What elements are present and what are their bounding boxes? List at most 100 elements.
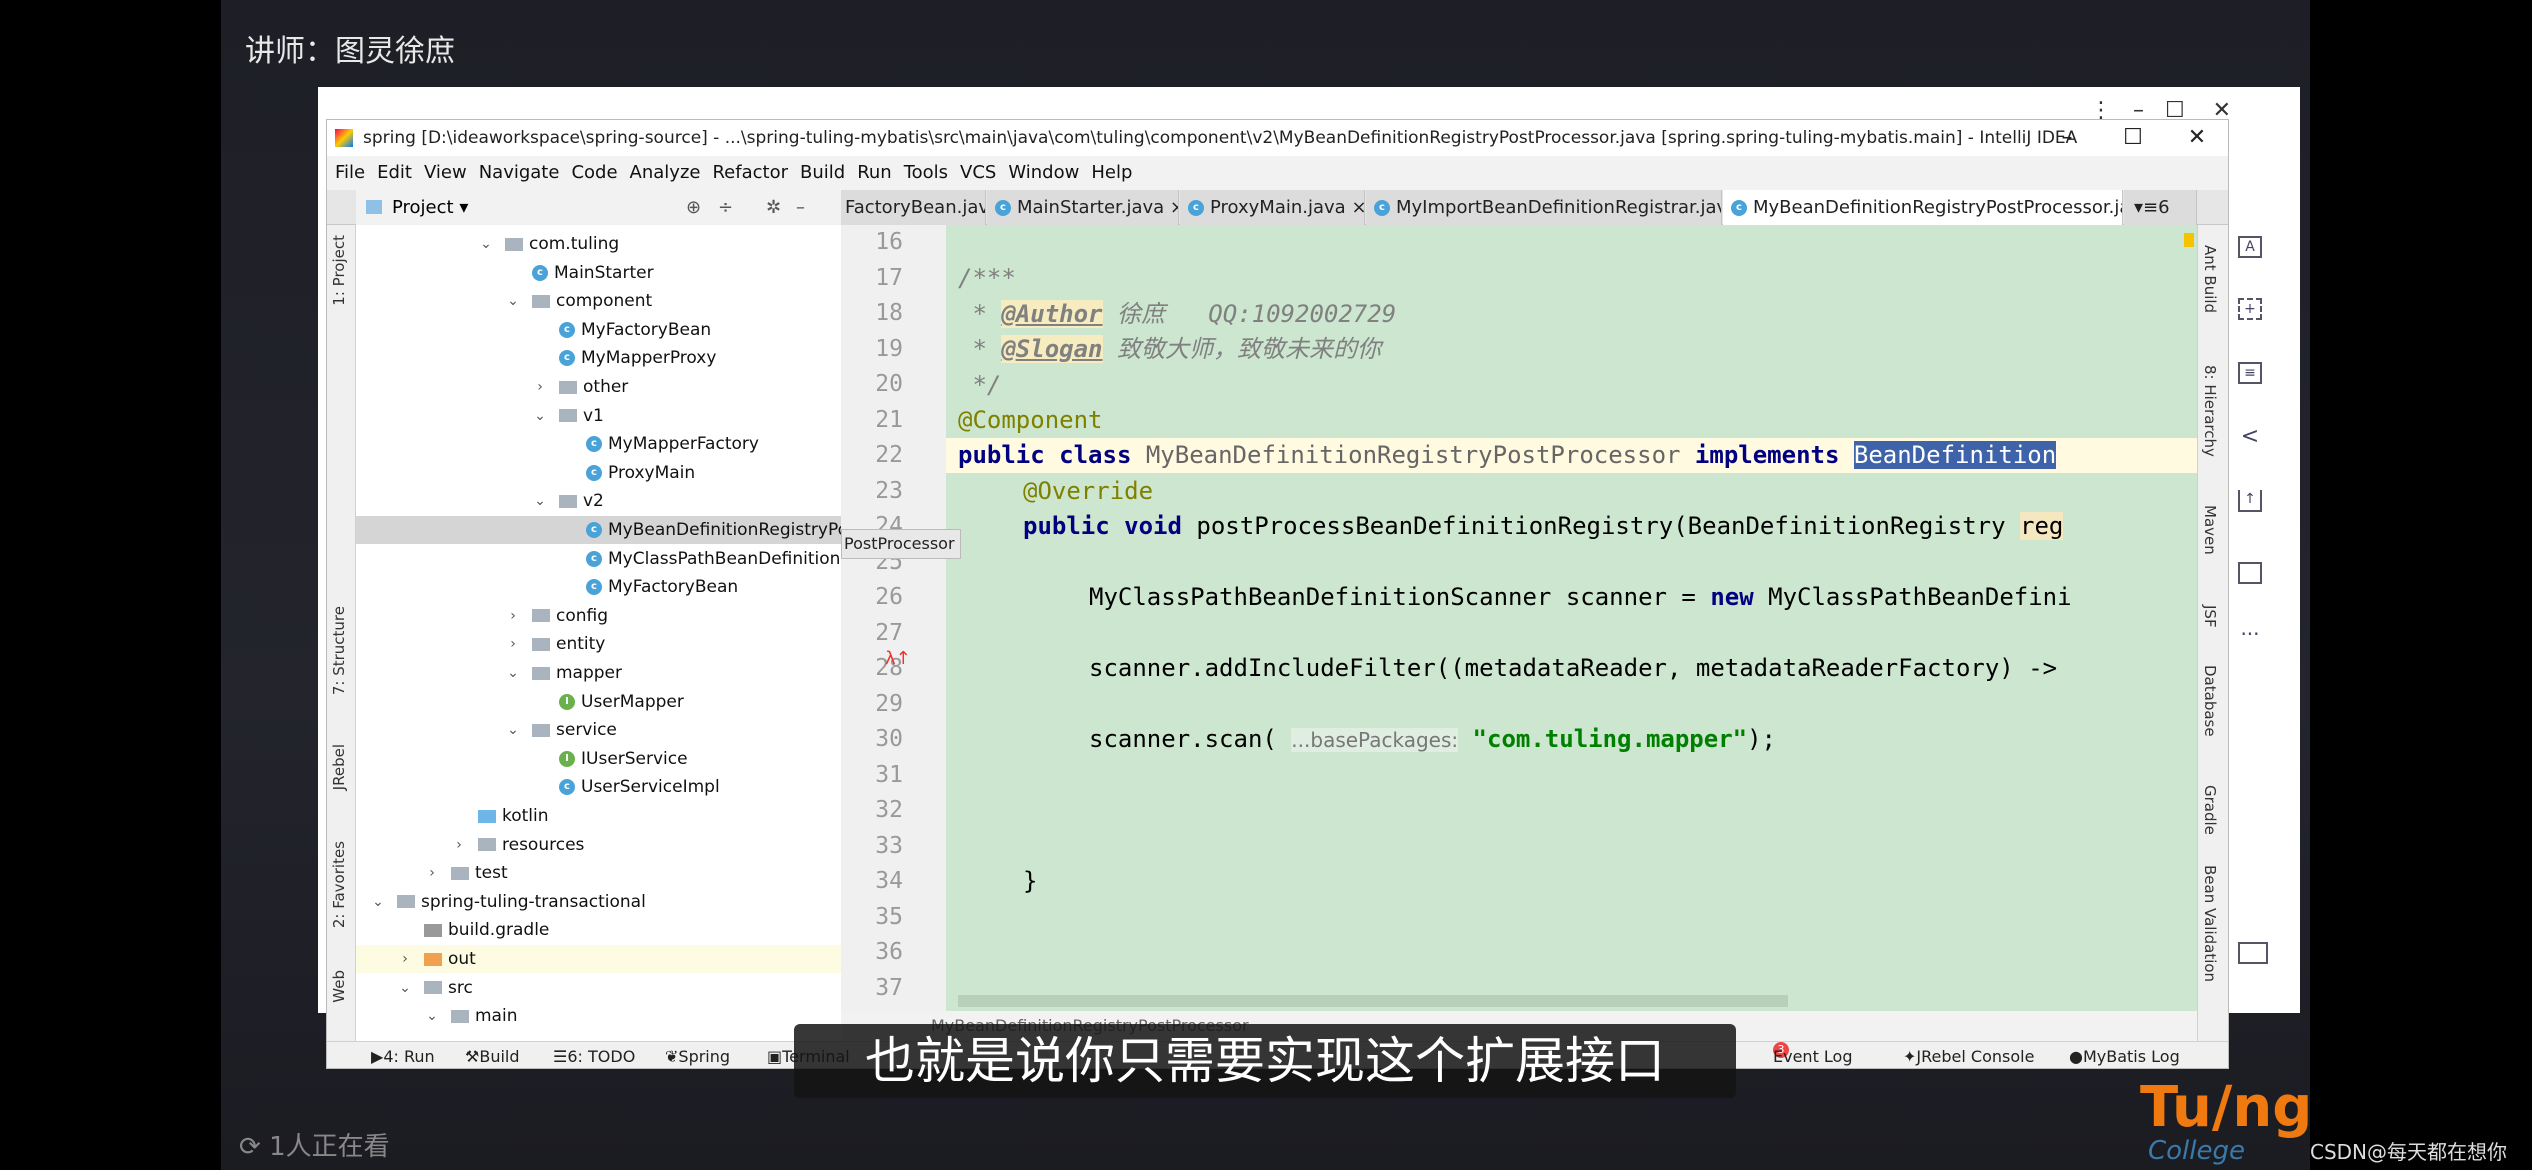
tree-item[interactable]: › resources	[356, 831, 841, 859]
tool-maven[interactable]: Maven	[2201, 505, 2219, 555]
chevron-down-icon[interactable]: ⌄	[506, 287, 520, 315]
tool-structure[interactable]: 7: Structure	[330, 606, 348, 695]
tree-item[interactable]: ⌄ v2	[356, 487, 841, 515]
chevron-down-icon[interactable]: ⌄	[506, 716, 520, 744]
tab-proxymain[interactable]: c ProxyMain.java ×	[1180, 190, 1365, 225]
tool-project[interactable]: 1: Project	[330, 235, 348, 306]
text-recognition-icon[interactable]: A	[2238, 236, 2262, 258]
tool-ant-build[interactable]: Ant Build	[2201, 245, 2219, 313]
minimize-button[interactable]: –	[2047, 120, 2087, 156]
menu-tools[interactable]: Tools	[904, 162, 948, 183]
tool-web[interactable]: Web	[330, 970, 348, 1003]
tool-jrebel[interactable]: JRebel	[330, 744, 348, 790]
tree-item[interactable]: › out	[356, 945, 841, 973]
horizontal-scrollbar[interactable]	[958, 995, 1788, 1007]
tree-item[interactable]: c ProxyMain	[356, 459, 841, 487]
tree-item[interactable]: kotlin	[356, 802, 841, 830]
tree-item[interactable]: › entity	[356, 630, 841, 658]
tree-item[interactable]: I IUserService	[356, 745, 841, 773]
tree-item[interactable]: c MyMapperFactory	[356, 430, 841, 458]
tree-item[interactable]: ⌄ com.tuling	[356, 230, 841, 258]
spring-tool-button[interactable]: ❦ Spring	[665, 1042, 730, 1068]
tree-item[interactable]: c MyMapperProxy	[356, 344, 841, 372]
tree-item[interactable]: c MyFactoryBean	[356, 316, 841, 344]
mybatis-log-button[interactable]: ● MyBatis Log	[2069, 1042, 2180, 1068]
tab-mainstarter[interactable]: cMainStarter.java ×	[987, 190, 1179, 225]
menu-run[interactable]: Run	[857, 162, 892, 183]
project-panel-header[interactable]: Project ▾ ⊕ ÷ ✲ –	[356, 190, 841, 225]
maximize-button[interactable]: ☐	[2113, 120, 2153, 156]
tool-bean-validation[interactable]: Bean Validation	[2201, 865, 2219, 982]
tab-factorybean[interactable]: FactoryBean.java	[841, 190, 986, 225]
tool-hierarchy[interactable]: 8: Hierarchy	[2201, 365, 2219, 457]
tool-jsf[interactable]: JSF	[2201, 605, 2219, 628]
chevron-right-icon[interactable]: ›	[506, 630, 520, 658]
terminal-tool-button[interactable]: ▣ Terminal	[767, 1042, 850, 1068]
menu-view[interactable]: View	[424, 162, 467, 183]
tool-database[interactable]: Database	[2201, 665, 2219, 737]
chevron-down-icon[interactable]: ⌄	[371, 888, 385, 916]
tree-item[interactable]: c MyClassPathBeanDefinition	[356, 545, 841, 573]
menu-file[interactable]: File	[335, 162, 365, 183]
gear-icon[interactable]: ✲	[766, 190, 781, 225]
chevron-down-icon[interactable]: ⌄	[506, 659, 520, 687]
chevron-down-icon[interactable]: ⌄	[398, 974, 412, 1002]
menu-help[interactable]: Help	[1091, 162, 1132, 183]
chevron-down-icon[interactable]: ⌄	[533, 487, 547, 515]
todo-tool-button[interactable]: ☰ 6: TODO	[553, 1042, 635, 1068]
code-editor[interactable]: /*** * @Author 徐庶 QQ:1092002729 * @Sloga…	[946, 225, 2197, 1011]
tree-item[interactable]: ⌄ main	[356, 1002, 841, 1030]
chevron-down-icon[interactable]: ⌄	[425, 1002, 439, 1030]
tree-item[interactable]: c MyBeanDefinitionRegistryPostProcessor	[356, 516, 841, 544]
collapse-icon[interactable]: ÷	[718, 190, 733, 225]
share-icon[interactable]: <	[2238, 426, 2262, 450]
lambda-override-icon[interactable]: λ↑	[885, 648, 911, 669]
menu-navigate[interactable]: Navigate	[479, 162, 560, 183]
screen-icon[interactable]	[2238, 942, 2268, 964]
chevron-right-icon[interactable]: ›	[533, 373, 547, 401]
jrebel-console-button[interactable]: ✦ JRebel Console	[1903, 1042, 2034, 1068]
close-button[interactable]: ✕	[2177, 120, 2217, 156]
run-tool-button[interactable]: ▶ 4: Run	[371, 1042, 435, 1068]
chevron-right-icon[interactable]: ›	[425, 859, 439, 887]
menu-edit[interactable]: Edit	[377, 162, 412, 183]
tab-myimportbeandefinitionregistrar[interactable]: cMyImportBeanDefinitionRegistrar.java ×	[1366, 190, 1722, 225]
tool-gradle[interactable]: Gradle	[2201, 785, 2219, 835]
tool-favorites[interactable]: 2: Favorites	[330, 841, 348, 928]
menu-refactor[interactable]: Refactor	[712, 162, 788, 183]
tree-item[interactable]: c MainStarter	[356, 259, 841, 287]
tree-item[interactable]: c UserServiceImpl	[356, 773, 841, 801]
tab-mybeandefinitionregistrypostprocessor[interactable]: c MyBeanDefinitionRegistryPostProcessor.j…	[1723, 190, 2123, 225]
tree-item[interactable]: ⌄ mapper	[356, 659, 841, 687]
menu-window[interactable]: Window	[1008, 162, 1079, 183]
tab-overflow-button[interactable]: ▾≡6	[2124, 190, 2197, 225]
menu-code[interactable]: Code	[571, 162, 617, 183]
menu-build[interactable]: Build	[800, 162, 845, 183]
chevron-down-icon[interactable]: ⌄	[533, 402, 547, 430]
more-icon[interactable]: ···	[2238, 624, 2262, 647]
tree-item[interactable]: ⌄ src	[356, 974, 841, 1002]
chevron-down-icon[interactable]: ⌄	[479, 230, 493, 258]
tree-item[interactable]: I UserMapper	[356, 688, 841, 716]
export-icon[interactable]: ↑	[2238, 490, 2262, 512]
comment-icon[interactable]	[2238, 562, 2262, 584]
tree-item[interactable]: ⌄ spring-tuling-transactional	[356, 888, 841, 916]
tree-item[interactable]: ⌄ service	[356, 716, 841, 744]
build-tool-button[interactable]: ⚒ Build	[465, 1042, 520, 1068]
menu-vcs[interactable]: VCS	[960, 162, 996, 183]
hide-icon[interactable]: –	[796, 190, 805, 225]
locate-icon[interactable]: ⊕	[686, 190, 701, 225]
inspection-status-icon[interactable]	[2184, 233, 2194, 247]
chevron-right-icon[interactable]: ›	[452, 831, 466, 859]
tree-item[interactable]: build.gradle	[356, 916, 841, 944]
tree-item[interactable]: ⌄ v1	[356, 402, 841, 430]
tree-item[interactable]: › config	[356, 602, 841, 630]
tree-item[interactable]: c MyFactoryBean	[356, 573, 841, 601]
notes-icon[interactable]: ≡	[2238, 362, 2262, 384]
add-icon[interactable]: +	[2238, 298, 2262, 320]
chevron-right-icon[interactable]: ›	[506, 602, 520, 630]
menu-analyze[interactable]: Analyze	[630, 162, 701, 183]
tree-item[interactable]: › other	[356, 373, 841, 401]
chevron-right-icon[interactable]: ›	[398, 945, 412, 973]
tree-item[interactable]: ⌄ component	[356, 287, 841, 315]
